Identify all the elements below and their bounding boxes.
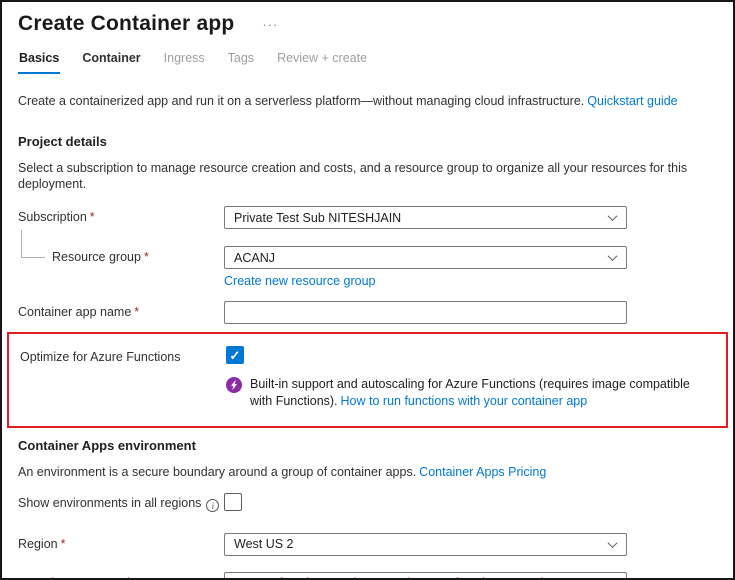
more-options-icon[interactable]: ··· [262,17,278,32]
chevron-down-icon [607,251,618,262]
show-all-regions-label: Show environments in all regions [18,496,224,513]
intro-description: Create a containerized app and run it on… [18,94,585,108]
environment-section-description: An environment is a secure boundary arou… [18,464,547,479]
subscription-row: Subscription * Private Test Sub NITESHJAI… [18,206,717,229]
region-label: Region * [18,536,66,551]
required-marker: * [134,305,140,319]
optimize-functions-checkbox[interactable] [226,346,244,364]
container-app-name-label: Container app name * [18,305,140,319]
region-dropdown[interactable]: West US 2 [224,532,627,556]
resource-group-value: ACANJ [234,250,275,265]
functions-info-row: Built-in support and autoscaling for Azu… [20,376,715,410]
resource-group-label: Resource group * [52,250,149,264]
chevron-down-icon [607,211,618,222]
wizard-tabs: Basics Container Ingress Tags Review + c… [18,48,717,74]
required-marker: * [89,210,95,224]
intro-text: Create a containerized app and run it on… [18,93,717,109]
subscription-label: Subscription * [18,210,95,224]
info-icon[interactable] [206,499,220,513]
region-row: Region * West US 2 [18,532,717,556]
hierarchy-connector-line [21,230,45,258]
resource-group-dropdown[interactable]: ACANJ [224,246,627,269]
tab-ingress[interactable]: Ingress [163,48,206,74]
container-app-name-input[interactable] [224,301,627,324]
container-app-name-row: Container app name * [18,301,717,324]
container-apps-environment-dropdown[interactable]: my-aca-functions-environment (my-aca-fun… [224,571,627,578]
project-details-heading: Project details [18,134,107,149]
container-apps-pricing-link[interactable]: Container Apps Pricing [419,465,546,479]
chevron-down-icon [607,537,618,548]
optimize-functions-row: Optimize for Azure Functions [20,346,715,365]
required-marker: * [143,250,149,264]
subscription-value: Private Test Sub NITESHJAIN [234,210,402,225]
project-details-description: Select a subscription to manage resource… [18,161,688,191]
region-value: West US 2 [234,537,294,551]
how-to-run-functions-link[interactable]: How to run functions with your container… [341,394,588,408]
page-title: Create Container app [18,12,235,35]
chevron-down-icon [607,576,618,578]
container-apps-environment-label: Container Apps environment* [18,572,224,579]
functions-info-text: Built-in support and autoscaling for Azu… [250,376,690,408]
annotation-highlight-box: Optimize for Azure Functions Built-in su… [7,332,728,428]
tab-review-create[interactable]: Review + create [276,48,368,74]
required-marker: * [60,536,66,551]
quickstart-guide-link[interactable]: Quickstart guide [587,94,677,108]
tab-container[interactable]: Container [81,48,141,74]
container-apps-environment-value: my-aca-functions-environment (my-aca-fun… [234,576,545,578]
tab-tags[interactable]: Tags [227,48,255,74]
create-container-app-panel: Create Container app ··· Basics Containe… [0,0,735,580]
optimize-functions-label: Optimize for Azure Functions [20,350,181,364]
container-apps-environment-row: Container Apps environment* my-aca-funct… [18,571,717,579]
environment-section-heading: Container Apps environment [18,437,196,453]
show-all-regions-row: Show environments in all regions [18,492,717,516]
tab-basics[interactable]: Basics [18,48,61,74]
required-marker: * [179,576,184,579]
azure-functions-icon [226,376,242,393]
show-all-regions-checkbox[interactable] [224,492,242,511]
title-row: Create Container app ··· [18,12,717,36]
create-new-resource-group-link[interactable]: Create new resource group [224,274,375,288]
resource-group-row: Resource group * ACANJ [18,230,717,269]
subscription-dropdown[interactable]: Private Test Sub NITESHJAIN [224,206,627,229]
